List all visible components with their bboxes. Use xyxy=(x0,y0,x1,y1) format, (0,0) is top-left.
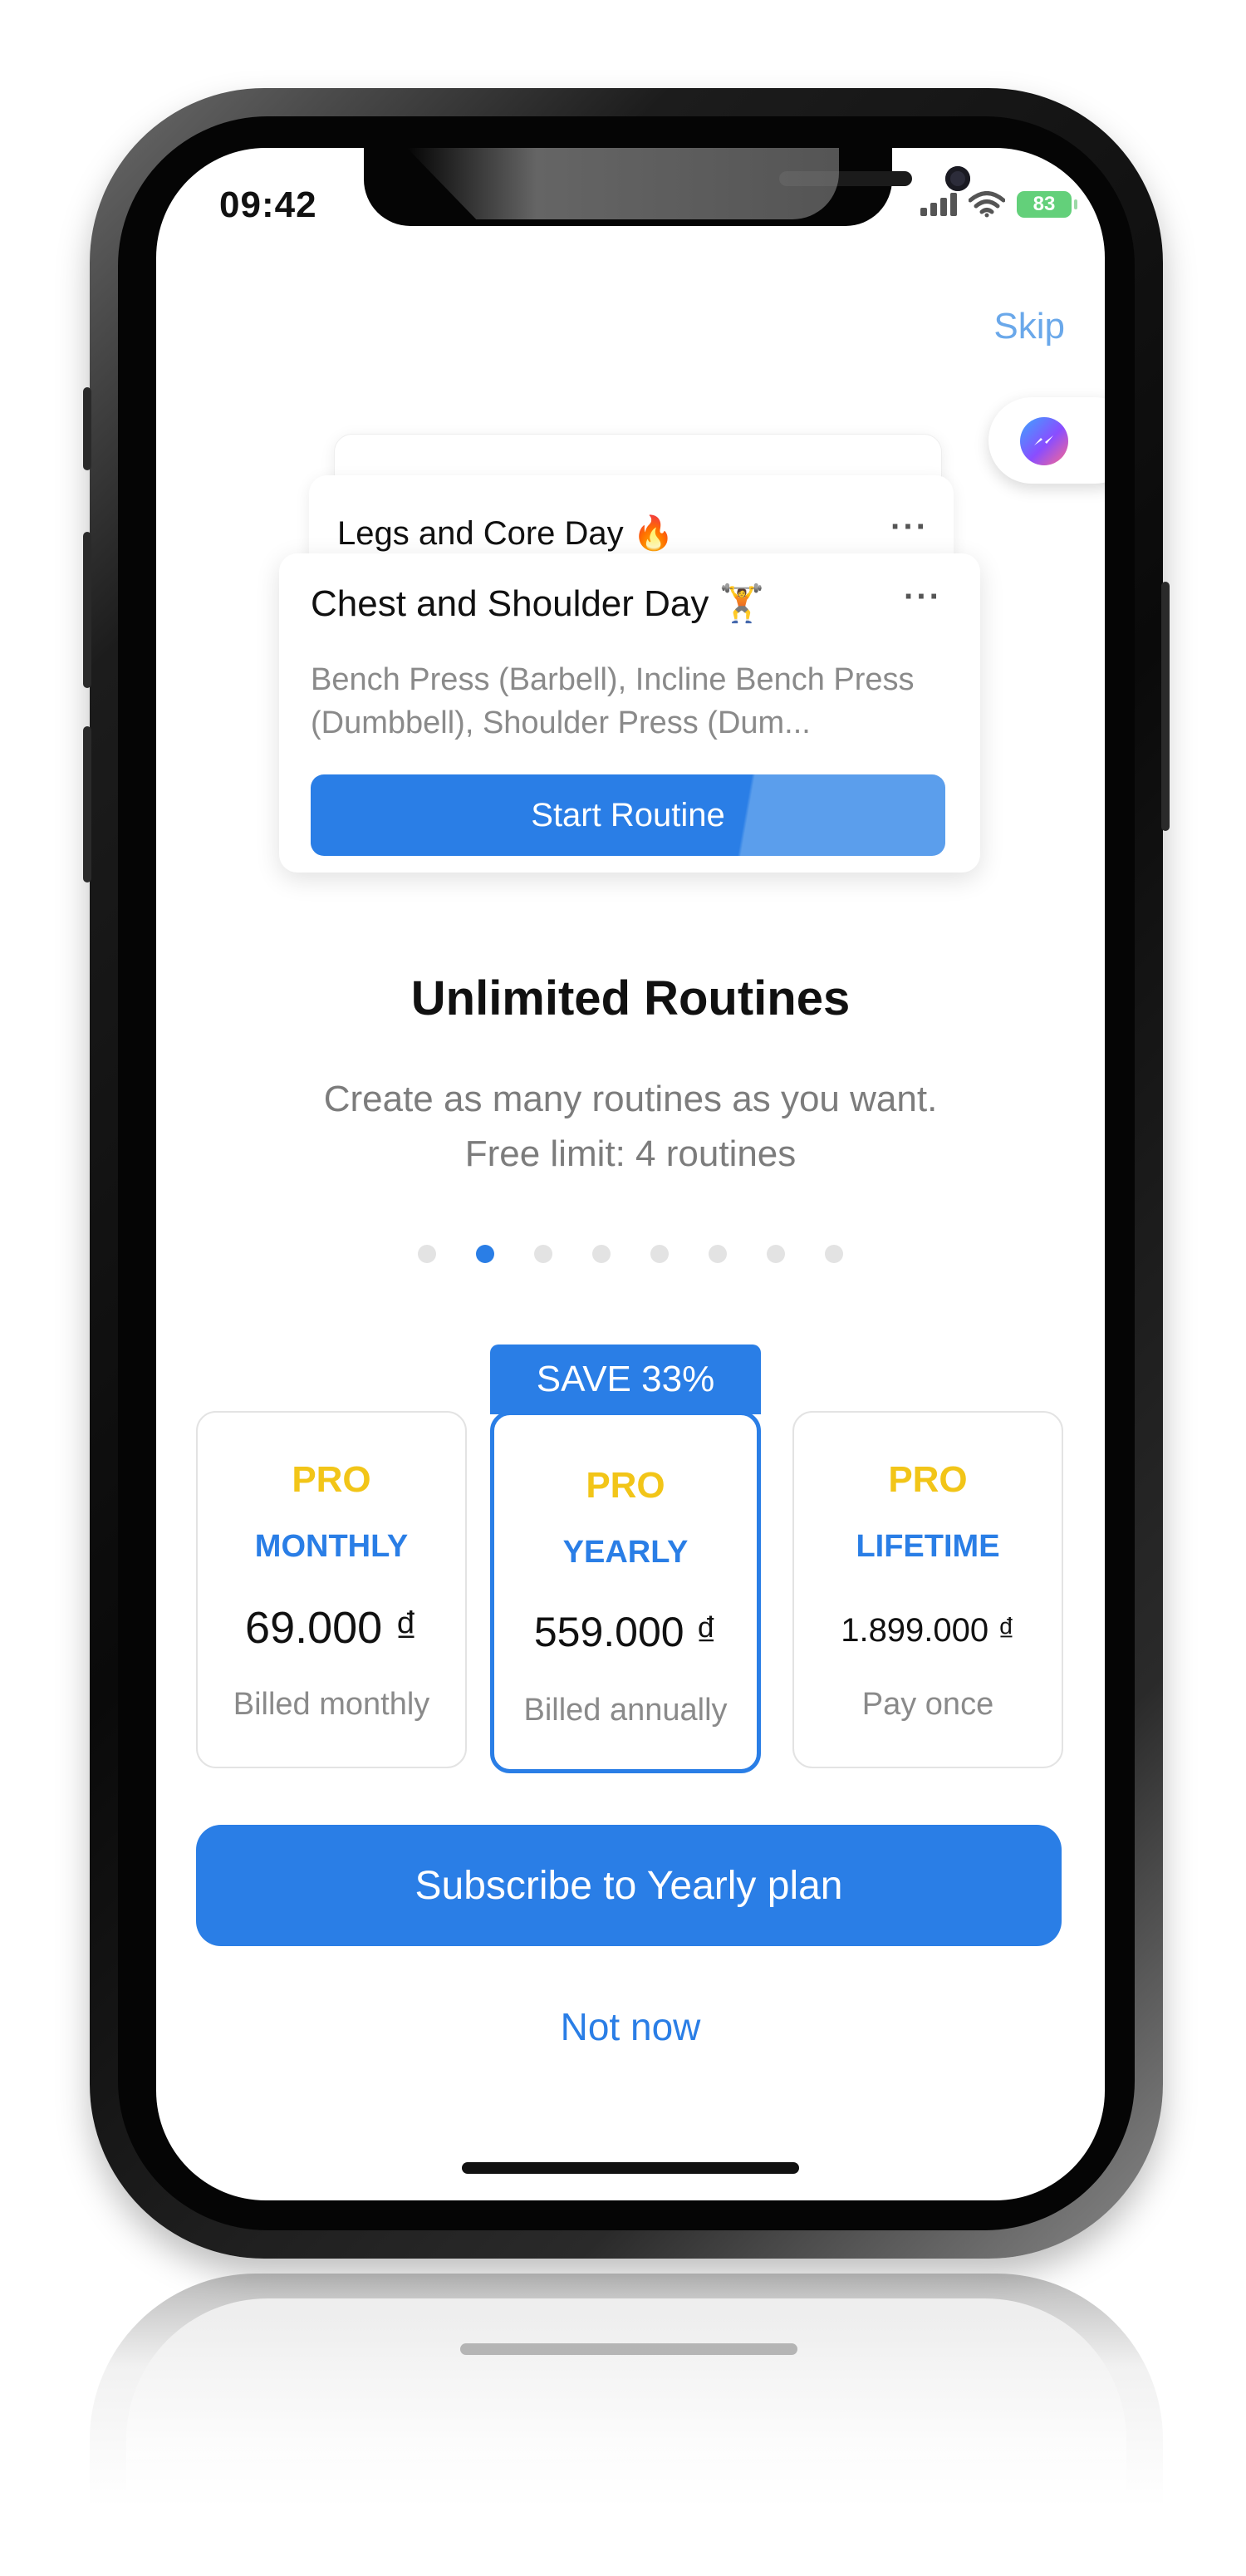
not-now-link[interactable]: Not now xyxy=(156,2004,1105,2049)
volume-down-button xyxy=(83,726,91,882)
messenger-bolt-icon xyxy=(1034,435,1053,445)
page-dot[interactable] xyxy=(534,1245,552,1263)
page-indicator[interactable] xyxy=(156,1245,1105,1263)
page-dot[interactable] xyxy=(650,1245,669,1263)
feature-subtitle-line-1: Create as many routines as you want. xyxy=(323,1079,938,1119)
page-dot[interactable] xyxy=(825,1245,843,1263)
power-button xyxy=(1161,582,1170,831)
routine-card-middle-title: Legs and Core Day 🔥 xyxy=(337,515,675,552)
plan-tier: PRO xyxy=(888,1459,968,1500)
plan-tier: PRO xyxy=(586,1465,665,1506)
routine-card-exercises: Bench Press (Barbell), Incline Bench Pre… xyxy=(311,662,915,740)
subscribe-button[interactable]: Subscribe to Yearly plan xyxy=(196,1825,1062,1946)
start-routine-button: Start Routine xyxy=(311,774,945,856)
front-camera xyxy=(945,166,970,191)
signal-icon xyxy=(920,193,957,216)
wifi-icon xyxy=(969,191,1005,218)
plan-card-yearly[interactable]: PRO YEARLY 559.000 ₫ Billed annually xyxy=(490,1411,761,1773)
glass-reflection xyxy=(407,148,839,219)
plan-period: MONTHLY xyxy=(254,1529,409,1564)
phone-reflection-home-indicator xyxy=(460,2343,797,2355)
volume-up-button xyxy=(83,532,91,688)
plan-period: YEARLY xyxy=(562,1535,689,1570)
status-icons: 83 xyxy=(920,191,1077,218)
plan-card-monthly[interactable]: PRO MONTHLY 69.000 ₫ Billed monthly xyxy=(196,1411,467,1768)
home-indicator[interactable] xyxy=(462,2162,799,2174)
page-dot[interactable] xyxy=(767,1245,785,1263)
plan-billing: Billed monthly xyxy=(233,1687,430,1722)
plan-price: 1.899.000 ₫ xyxy=(841,1612,1015,1649)
feature-title: Unlimited Routines xyxy=(410,971,851,1025)
page-dot[interactable] xyxy=(592,1245,611,1263)
routine-card-front-title: Chest and Shoulder Day 🏋 xyxy=(311,583,765,624)
routine-card-front: Chest and Shoulder Day 🏋 ··· Bench Press… xyxy=(279,553,980,873)
skip-link[interactable]: Skip xyxy=(993,306,1065,347)
plan-price: 69.000 ₫ xyxy=(245,1603,418,1653)
plan-tier: PRO xyxy=(292,1459,371,1500)
messenger-chat-tab[interactable] xyxy=(988,397,1105,484)
battery-icon: 83 xyxy=(1017,191,1077,218)
plan-billing: Billed annually xyxy=(523,1693,728,1728)
plan-period: LIFETIME xyxy=(856,1529,1000,1564)
feature-subtitle: Create as many routines as you want. Fre… xyxy=(156,1072,1105,1182)
save-badge: SAVE 33% xyxy=(490,1345,761,1414)
page-dot[interactable] xyxy=(418,1245,436,1263)
status-time: 09:42 xyxy=(219,184,317,225)
silent-switch xyxy=(83,387,91,470)
battery-level: 83 xyxy=(1033,193,1056,215)
app-screen: 09:42 83 Skip Legs and Core Day 🔥 ··· Ch… xyxy=(156,148,1105,2200)
phone-reflection-screen xyxy=(126,2298,1126,2506)
page-dot[interactable] xyxy=(476,1245,494,1263)
page-dot[interactable] xyxy=(709,1245,727,1263)
more-options-icon: ··· xyxy=(890,509,929,545)
plan-card-lifetime[interactable]: PRO LIFETIME 1.899.000 ₫ Pay once xyxy=(792,1411,1063,1768)
phone-reflection xyxy=(90,2274,1163,2506)
plan-billing: Pay once xyxy=(861,1687,994,1722)
more-options-icon: ··· xyxy=(904,578,942,615)
plan-price: 559.000 ₫ xyxy=(533,1609,718,1655)
messenger-icon xyxy=(1020,417,1068,465)
feature-subtitle-line-2: Free limit: 4 routines xyxy=(464,1133,797,1174)
